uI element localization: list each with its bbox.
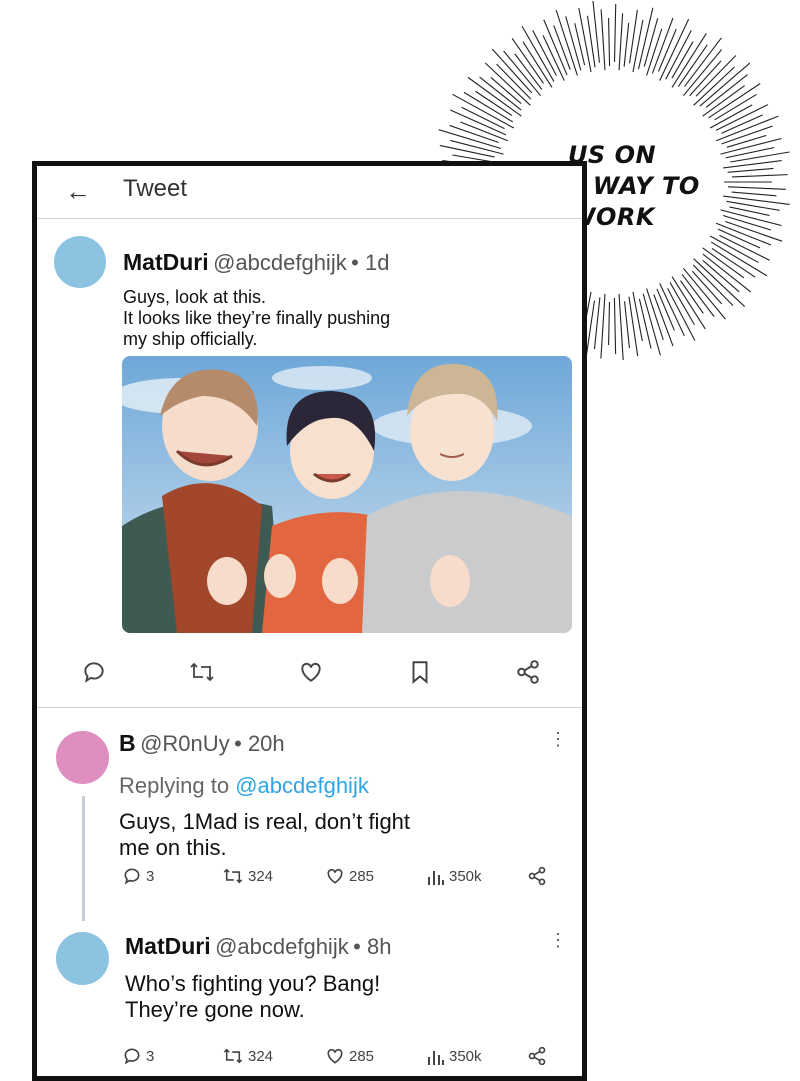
share-icon[interactable] [515, 659, 541, 685]
post-line: Guys, look at this. [123, 287, 267, 307]
post-line: my ship officially. [123, 329, 258, 349]
display-name[interactable]: B [119, 730, 136, 756]
reply-line: They’re gone now. [125, 997, 305, 1022]
reply-count-value: 3 [146, 867, 155, 885]
display-name[interactable]: MatDuri [123, 249, 209, 275]
reply-line: me on this. [119, 835, 227, 860]
top-bar: ← Tweet [37, 166, 582, 219]
like-count-value: 285 [349, 1047, 375, 1065]
views-count-value: 350k [449, 1047, 482, 1065]
retweet-count-value: 324 [248, 867, 274, 885]
share-icon[interactable] [527, 866, 547, 886]
reply-count-value: 3 [146, 1047, 155, 1065]
reply-count[interactable]: 3 [122, 866, 154, 886]
tweet-screen: ← Tweet MatDuri @abcdefghijk • 1d Guys, … [32, 161, 587, 1081]
divider [37, 707, 582, 708]
post-image[interactable] [122, 356, 572, 633]
bookmark-icon[interactable] [407, 659, 433, 685]
post-text: Guys, look at this. It looks like they’r… [123, 287, 390, 350]
views-count-value: 350k [449, 867, 482, 885]
user-handle[interactable]: @abcdefghijk [213, 250, 347, 275]
retweet-count-value: 324 [248, 1047, 274, 1065]
reply-count[interactable]: 3 [122, 1046, 154, 1066]
post-header: MatDuri @abcdefghijk • 1d [123, 249, 389, 276]
page-title: Tweet [123, 175, 188, 202]
reply-icon[interactable] [81, 659, 107, 685]
reply-header: MatDuri @abcdefghijk • 8h [125, 933, 391, 960]
replying-label: Replying to [119, 773, 230, 798]
replying-to: Replying to @abcdefghijk [119, 773, 369, 799]
reply-header: B @R0nUy • 20h [119, 730, 285, 757]
like-icon[interactable] [298, 659, 324, 685]
post-line: It looks like they’re finally pushing [123, 308, 391, 328]
arrow-left-icon[interactable]: ← [65, 176, 91, 207]
views-count[interactable]: 350k [427, 866, 482, 886]
views-count[interactable]: 350k [427, 1046, 482, 1066]
more-options-icon[interactable]: ⋮ [549, 729, 567, 750]
reply-text: Guys, 1Mad is real, don’t fight me on th… [119, 809, 410, 861]
avatar[interactable] [56, 731, 109, 784]
mention-link[interactable]: @abcdefghijk [235, 773, 369, 798]
reply-time: • 8h [353, 934, 392, 959]
like-count[interactable]: 285 [325, 866, 374, 886]
user-handle[interactable]: @abcdefghijk [215, 934, 349, 959]
thread-line [82, 796, 85, 921]
reply-line: Guys, 1Mad is real, don’t fight [119, 809, 411, 834]
reply-time: • 20h [234, 731, 285, 756]
like-count[interactable]: 285 [325, 1046, 374, 1066]
reply-line: Who’s fighting you? Bang! [125, 971, 381, 996]
retweet-count[interactable]: 324 [222, 1046, 273, 1066]
avatar[interactable] [56, 932, 109, 985]
more-options-icon[interactable]: ⋮ [549, 930, 567, 951]
display-name[interactable]: MatDuri [125, 933, 211, 959]
post-time: • 1d [351, 250, 390, 275]
retweet-count[interactable]: 324 [222, 866, 273, 886]
retweet-icon[interactable] [188, 659, 216, 685]
reply-text: Who’s fighting you? Bang! They’re gone n… [125, 971, 380, 1023]
avatar[interactable] [54, 236, 106, 288]
user-handle[interactable]: @R0nUy [140, 731, 230, 756]
share-icon[interactable] [527, 1046, 547, 1066]
like-count-value: 285 [349, 867, 375, 885]
